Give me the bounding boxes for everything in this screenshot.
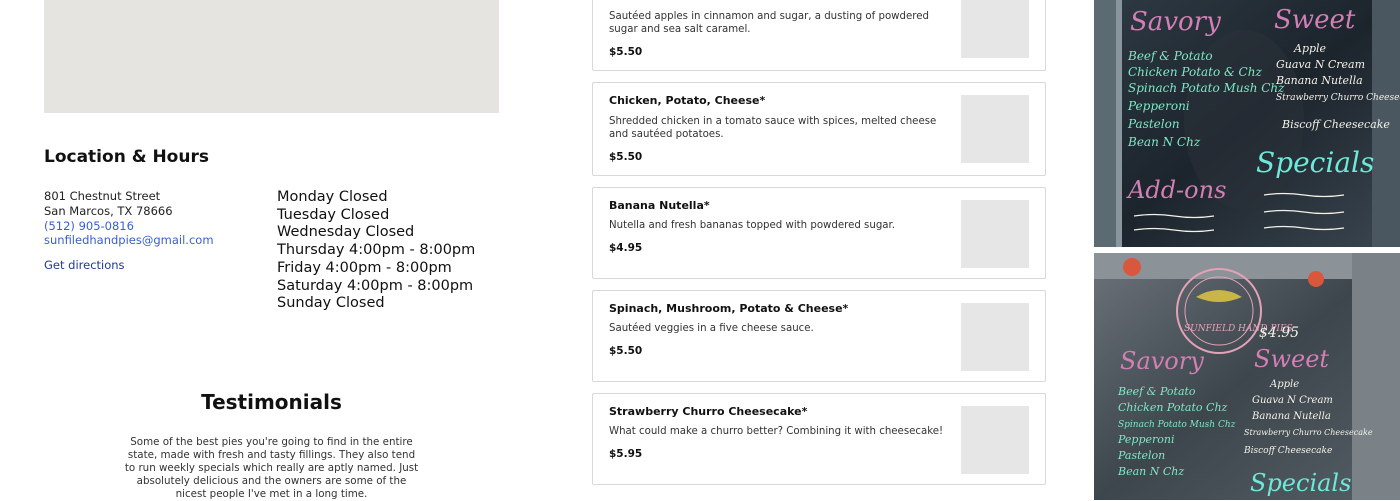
- board-sweet-item: Banana Nutella: [1275, 74, 1363, 87]
- map-embed[interactable]: [44, 0, 499, 113]
- address-block: 801 Chestnut Street San Marcos, TX 78666…: [44, 189, 214, 248]
- get-directions-link[interactable]: Get directions: [44, 258, 125, 272]
- hours-wednesday: Wednesday Closed: [277, 224, 415, 241]
- menu-item-price: $5.50: [609, 46, 643, 58]
- menu-board-photo-bottom[interactable]: SUNFIELD HAND PIES $4.95 Savory Sweet Be…: [1094, 253, 1400, 500]
- menu-item-card[interactable]: Sautéed apples in cinnamon and sugar, a …: [592, 0, 1046, 71]
- board-savory-item: Bean N Chz: [1127, 135, 1201, 149]
- board-sweet-item: Strawberry Churro Cheesecake: [1276, 93, 1400, 103]
- board-savory-item: Pastelon: [1117, 449, 1165, 462]
- menu-item-card[interactable]: Banana Nutella* Nutella and fresh banana…: [592, 187, 1046, 279]
- menu-item-card[interactable]: Strawberry Churro Cheesecake* What could…: [592, 393, 1046, 485]
- menu-item-description: Shredded chicken in a tomato sauce with …: [609, 116, 937, 140]
- address-line-2: San Marcos, TX 78666: [44, 203, 173, 218]
- hours-list: Monday Closed Tuesday Closed Wednesday C…: [277, 189, 475, 313]
- hours-sunday: Sunday Closed: [277, 295, 385, 312]
- menu-item-price: $5.50: [609, 151, 643, 163]
- testimonial-quote: Some of the best pies you're going to fi…: [124, 436, 419, 500]
- menu-item-thumbnail[interactable]: [961, 406, 1029, 474]
- board-savory-item: Pepperoni: [1127, 99, 1190, 113]
- board-price-text: $4.95: [1259, 325, 1299, 341]
- board-sweet-item: Biscoff Cheesecake: [1243, 446, 1332, 456]
- menu-item-name: Chicken, Potato, Cheese*: [609, 94, 766, 107]
- board-sweet-item: Apple: [1293, 42, 1327, 55]
- board-savory-item: Pastelon: [1127, 117, 1180, 131]
- location-hours-heading: Location & Hours: [44, 147, 209, 167]
- board-savory-item: Beef & Potato: [1117, 385, 1196, 398]
- menu-item-thumbnail[interactable]: [961, 95, 1029, 163]
- board-savory-item: Beef & Potato: [1127, 49, 1213, 63]
- board-specials-heading: Specials: [1256, 146, 1374, 179]
- board-savory-heading: Savory: [1120, 347, 1204, 375]
- board-specials-heading: Specials: [1250, 469, 1351, 497]
- board-sweet-item: Guava N Cream: [1252, 395, 1333, 406]
- board-savory-item: Bean N Chz: [1117, 465, 1184, 478]
- menu-item-thumbnail[interactable]: [961, 0, 1029, 58]
- board-savory-item: Spinach Potato Mush Chz: [1128, 81, 1285, 95]
- board-sweet-item: Banana Nutella: [1251, 411, 1331, 422]
- menu-item-price: $5.95: [609, 448, 643, 460]
- hours-thursday: Thursday 4:00pm - 8:00pm: [277, 242, 476, 259]
- menu-item-name: Strawberry Churro Cheesecake*: [609, 405, 808, 418]
- board-addons-heading: Add-ons: [1126, 176, 1226, 204]
- menu-item-description: Sautéed apples in cinnamon and sugar, a …: [609, 11, 929, 35]
- board-savory-item: Chicken Potato Chz: [1118, 401, 1228, 414]
- board-sweet-heading: Sweet: [1274, 5, 1356, 35]
- phone-link[interactable]: (512) 905-0816: [44, 219, 214, 234]
- menu-item-name: Spinach, Mushroom, Potato & Cheese*: [609, 302, 849, 315]
- hours-friday: Friday 4:00pm - 8:00pm: [277, 259, 452, 276]
- menu-board-photo-top[interactable]: Savory Sweet Beef & Potato Chicken Potat…: [1094, 0, 1400, 247]
- testimonials-heading: Testimonials: [201, 390, 342, 414]
- board-savory-heading: Savory: [1130, 7, 1221, 37]
- board-sweet-item: Strawberry Churro Cheesecake: [1244, 428, 1373, 437]
- address-line-1: 801 Chestnut Street: [44, 189, 161, 203]
- menu-item-card[interactable]: Chicken, Potato, Cheese* Shredded chicke…: [592, 82, 1046, 176]
- hours-monday: Monday Closed: [277, 189, 388, 205]
- board-savory-item: Spinach Potato Mush Chz: [1118, 420, 1236, 430]
- menu-item-price: $5.50: [609, 345, 643, 357]
- board-sweet-heading: Sweet: [1254, 345, 1329, 373]
- menu-item-name: Banana Nutella*: [609, 199, 710, 212]
- email-link[interactable]: sunfiledhandpies@gmail.com: [44, 233, 214, 248]
- menu-item-price: $4.95: [609, 242, 643, 254]
- board-savory-item: Chicken Potato & Chz: [1128, 65, 1262, 79]
- hours-tuesday: Tuesday Closed: [277, 206, 390, 223]
- hours-saturday: Saturday 4:00pm - 8:00pm: [277, 277, 474, 294]
- menu-item-thumbnail[interactable]: [961, 303, 1029, 371]
- menu-item-description: Nutella and fresh bananas topped with po…: [609, 220, 896, 231]
- menu-item-description: Sautéed veggies in a five cheese sauce.: [609, 323, 814, 334]
- board-sweet-item: Guava N Cream: [1276, 58, 1365, 71]
- menu-item-thumbnail[interactable]: [961, 200, 1029, 268]
- board-sweet-item: Biscoff Cheesecake: [1281, 118, 1390, 131]
- board-savory-item: Pepperoni: [1117, 433, 1175, 446]
- menu-item-description: What could make a churro better? Combini…: [609, 426, 944, 437]
- menu-item-card[interactable]: Spinach, Mushroom, Potato & Cheese* Saut…: [592, 290, 1046, 382]
- board-sweet-item: Apple: [1269, 379, 1299, 390]
